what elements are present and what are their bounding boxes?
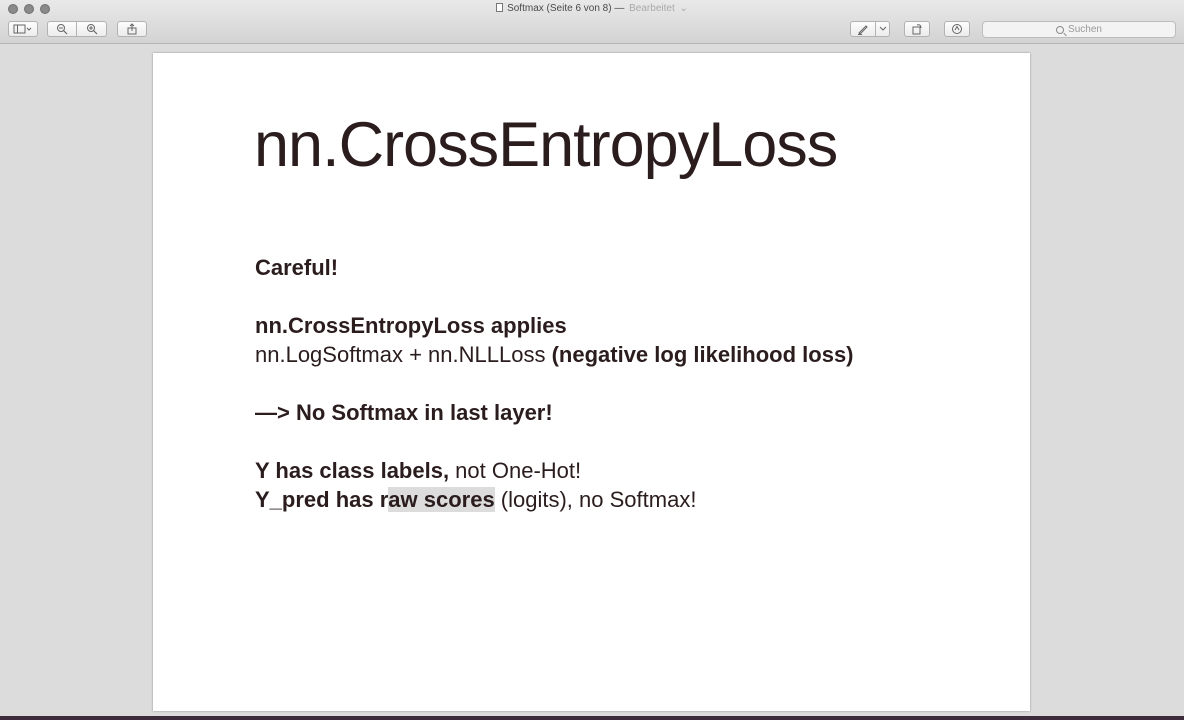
zoom-in-icon — [86, 24, 97, 35]
zoom-out-icon — [57, 24, 68, 35]
edited-status[interactable]: Bearbeitet — [629, 3, 675, 14]
window-title-text: Softmax (Seite 6 von 8) — [507, 3, 612, 14]
zoom-controls — [47, 21, 107, 37]
share-icon — [127, 23, 137, 35]
formula-modules: nn.LogSoftmax + nn.NLLLoss — [255, 342, 546, 367]
formula-line: nn.LogSoftmax + nn.NLLLoss (negative log… — [255, 340, 854, 369]
search-field[interactable]: Suchen — [982, 21, 1176, 38]
chevron-down-icon — [879, 26, 886, 31]
careful-line: Careful! — [255, 255, 339, 280]
logits-text: (logits), — [494, 487, 580, 512]
selected-text[interactable]: aw scores — [388, 487, 495, 512]
rotate-icon — [912, 24, 922, 35]
rotate-button[interactable] — [904, 21, 930, 37]
sidebar-icon — [13, 24, 32, 34]
not-one-hot-text: not One-Hot! — [455, 458, 582, 483]
annotate-button[interactable] — [944, 21, 970, 37]
slide-content: Careful! nn.CrossEntropyLoss applies nn.… — [255, 253, 854, 514]
annotate-icon — [952, 24, 962, 34]
zoom-in-button[interactable] — [77, 21, 107, 37]
bottom-edge — [0, 716, 1184, 720]
y-labels-line: Y has class labels, not One-Hot! — [255, 456, 854, 485]
search-placeholder: Suchen — [1068, 24, 1102, 35]
title-separator: — — [614, 3, 625, 14]
y-labels-text: Y has class labels, — [255, 458, 456, 483]
markup-options-button[interactable] — [876, 21, 890, 37]
no-softmax-line: —> No Softmax in last layer! — [255, 400, 553, 425]
y-pred-text: Y_pred has r — [255, 487, 389, 512]
zoom-out-button[interactable] — [47, 21, 77, 37]
window-title: Softmax (Seite 6 von 8) — Bearbeitet ⌄ — [0, 3, 1184, 14]
sidebar-view-button[interactable] — [8, 21, 38, 37]
no-softmax-text: no Softmax! — [579, 487, 697, 512]
share-button[interactable] — [117, 21, 147, 37]
chevron-down-icon[interactable]: ⌄ — [677, 3, 688, 14]
applies-line: nn.CrossEntropyLoss applies — [255, 313, 567, 338]
pen-icon — [858, 25, 868, 35]
title-bar: Softmax (Seite 6 von 8) — Bearbeitet ⌄ S… — [0, 0, 1184, 44]
document-page: nn.CrossEntropyLoss Careful! nn.CrossEnt… — [153, 53, 1030, 711]
slide-title: nn.CrossEntropyLoss — [254, 110, 838, 180]
document-icon — [496, 3, 504, 12]
y-pred-line: Y_pred has raw scores (logits), no Softm… — [255, 485, 854, 514]
search-icon — [1056, 25, 1065, 34]
markup-button[interactable] — [850, 21, 876, 37]
formula-note: (negative log likelihood loss) — [545, 342, 854, 367]
markup-controls — [850, 21, 890, 37]
